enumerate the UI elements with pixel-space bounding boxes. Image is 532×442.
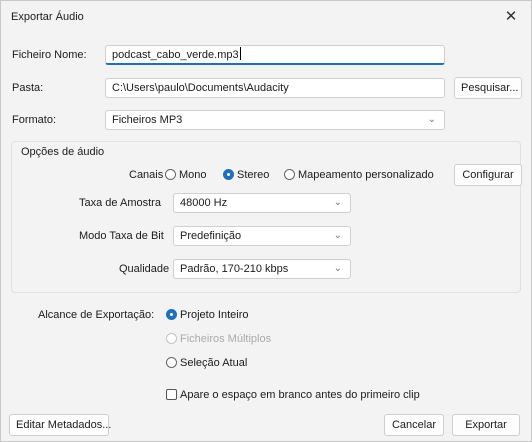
title-bar: Exportar Áudio ✕ [1, 1, 531, 33]
channel-option-stereo[interactable]: Stereo [223, 169, 269, 181]
close-icon[interactable]: ✕ [497, 5, 525, 29]
channels-label: Canais [129, 169, 164, 181]
text-caret [239, 47, 241, 60]
export-range-current-selection-label: Seleção Atual [180, 357, 248, 369]
bit-rate-mode-label: Modo Taxa de Bit [79, 230, 164, 242]
export-range-multiple-files: Ficheiros Múltiplos [166, 333, 271, 345]
export-range-multiple-files-label: Ficheiros Múltiplos [180, 333, 272, 345]
radio-whole-project[interactable] [166, 309, 177, 320]
folder-label: Pasta: [12, 82, 44, 94]
window-title: Exportar Áudio [11, 11, 84, 23]
chevron-down-icon: ⌄ [333, 197, 342, 208]
file-name-input[interactable]: podcast_cabo_verde.mp3 [105, 45, 445, 65]
export-range-whole-project-label: Projeto Inteiro [180, 309, 249, 321]
quality-label: Qualidade [119, 263, 170, 275]
bit-rate-mode-selected: Predefinição [180, 230, 242, 242]
format-selected: Ficheiros MP3 [112, 114, 183, 126]
chevron-down-icon: ⌄ [427, 114, 436, 125]
export-range-current-selection[interactable]: Seleção Atual [166, 357, 247, 369]
radio-mono[interactable] [165, 169, 176, 180]
configure-button[interactable]: Configurar [454, 164, 522, 186]
channel-option-mono[interactable]: Mono [165, 169, 207, 181]
channel-option-custom[interactable]: Mapeamento personalizado [284, 169, 434, 181]
file-name-value: podcast_cabo_verde.mp3 [112, 49, 239, 61]
trim-silence-option[interactable]: Apare o espaço em branco antes do primei… [166, 389, 420, 401]
export-range-whole-project[interactable]: Projeto Inteiro [166, 309, 248, 321]
quality-selected: Padrão, 170-210 kbps [180, 263, 289, 275]
radio-current-selection[interactable] [166, 357, 177, 368]
cancel-button[interactable]: Cancelar [384, 414, 444, 436]
format-select[interactable]: Ficheiros MP3 ⌄ [105, 110, 445, 130]
chevron-down-icon: ⌄ [333, 263, 342, 274]
sample-rate-select[interactable]: 48000 Hz ⌄ [173, 193, 351, 213]
export-audio-dialog: Exportar Áudio ✕ Ficheiro Nome: podcast_… [0, 0, 532, 442]
folder-input[interactable]: C:\Users\paulo\Documents\Audacity [105, 78, 445, 98]
chevron-down-icon: ⌄ [333, 230, 342, 241]
export-button[interactable]: Exportar [452, 414, 520, 436]
radio-multiple-files [166, 333, 177, 344]
folder-value: C:\Users\paulo\Documents\Audacity [112, 82, 289, 94]
quality-select[interactable]: Padrão, 170-210 kbps ⌄ [173, 259, 351, 279]
radio-custom-mapping[interactable] [284, 169, 295, 180]
trim-silence-checkbox[interactable] [166, 389, 177, 400]
bit-rate-mode-select[interactable]: Predefinição ⌄ [173, 226, 351, 246]
channel-option-stereo-label: Stereo [237, 169, 270, 181]
channel-option-mono-label: Mono [179, 169, 207, 181]
sample-rate-label: Taxa de Amostra [79, 197, 161, 209]
export-range-label: Alcance de Exportação: [38, 309, 155, 321]
file-name-label: Ficheiro Nome: [12, 49, 87, 61]
radio-stereo[interactable] [223, 169, 234, 180]
audio-options-heading: Opções de áudio [21, 146, 105, 158]
trim-silence-label: Apare o espaço em branco antes do primei… [180, 389, 420, 401]
edit-metadata-button[interactable]: Editar Metadados... [9, 414, 111, 436]
format-label: Formato: [12, 114, 57, 126]
sample-rate-selected: 48000 Hz [180, 197, 228, 209]
browse-button[interactable]: Pesquisar... [454, 77, 522, 99]
channel-option-custom-label: Mapeamento personalizado [298, 169, 434, 181]
